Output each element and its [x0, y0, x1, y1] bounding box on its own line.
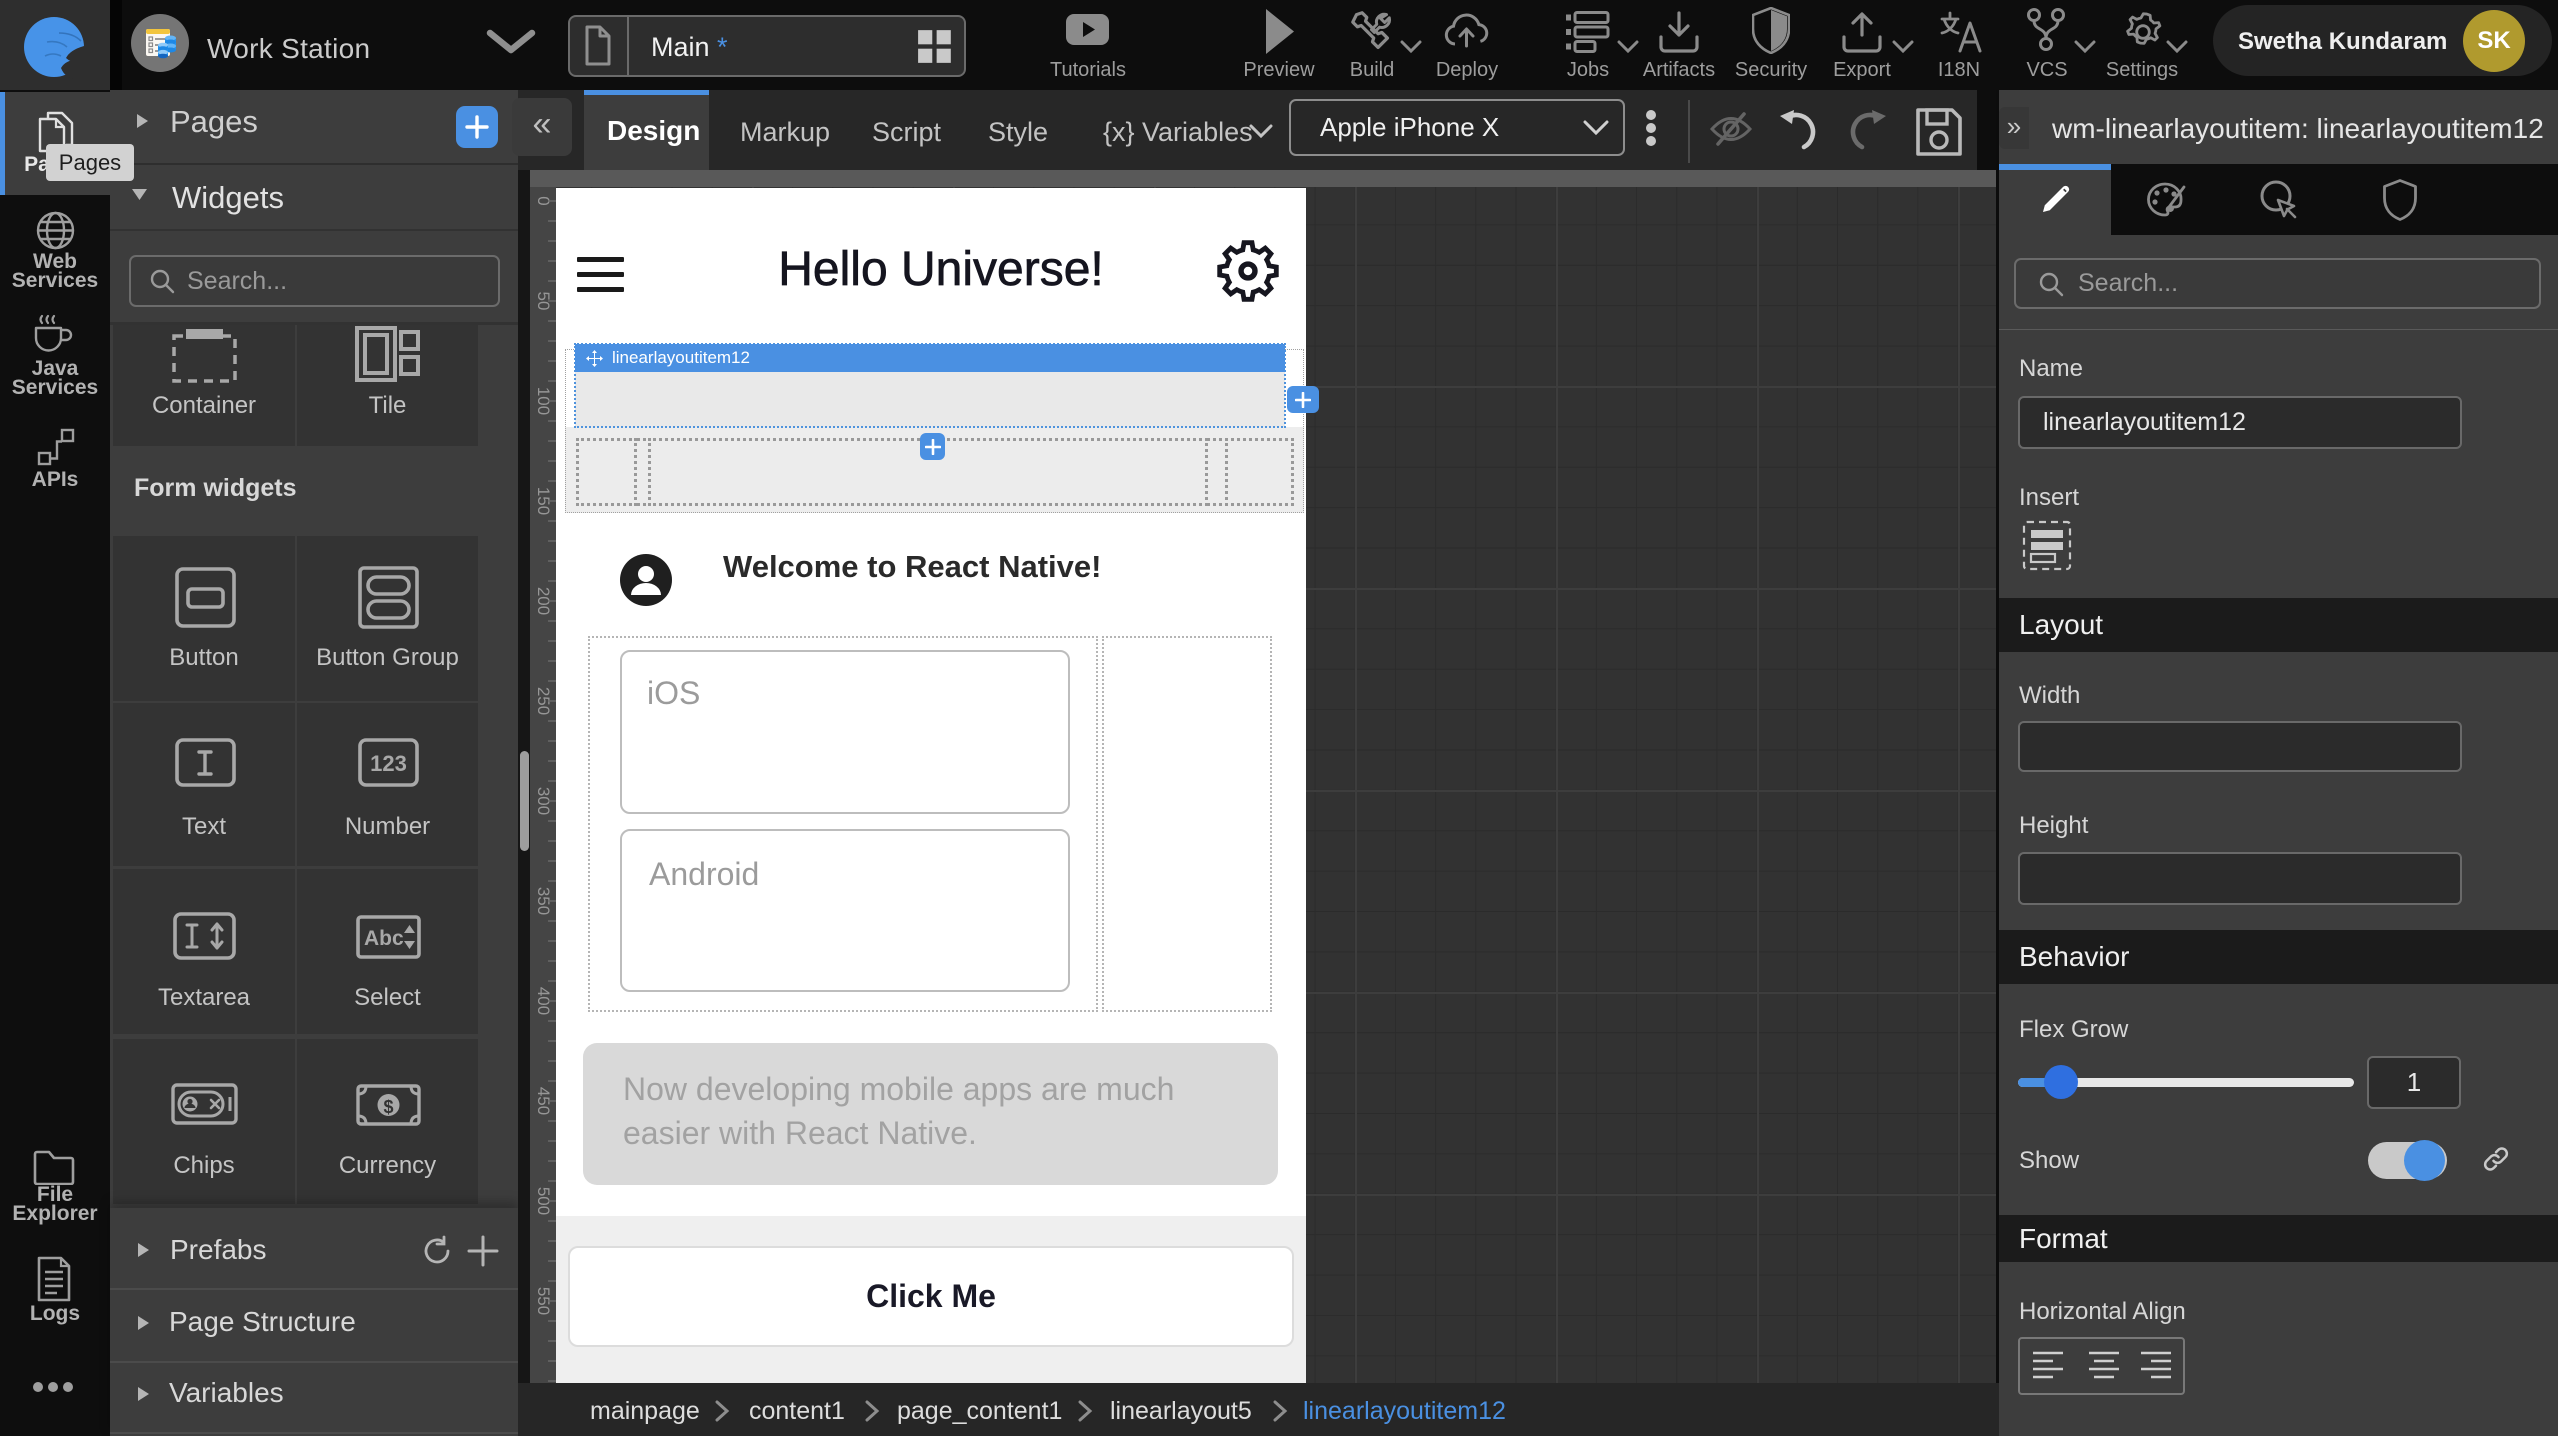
svg-text:123: 123: [370, 751, 407, 776]
svg-text:$: $: [383, 1097, 393, 1117]
svg-text:Abc: Abc: [364, 927, 404, 950]
